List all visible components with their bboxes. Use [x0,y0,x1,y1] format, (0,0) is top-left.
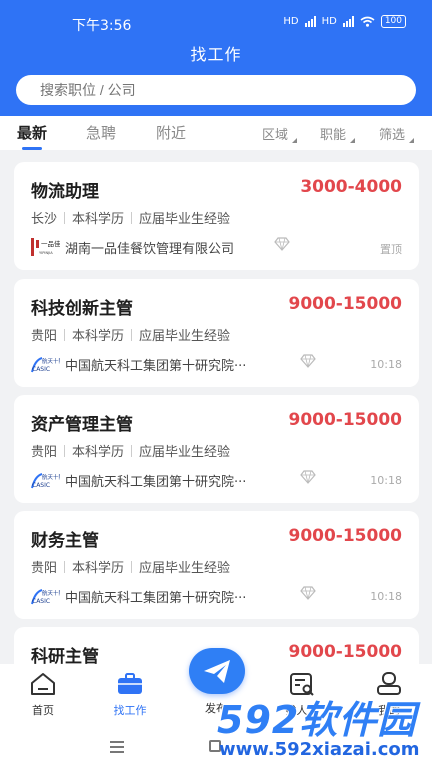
job-education: 本科学历 [72,561,125,576]
watermark-url: www.592xiazai.com [219,739,420,760]
company-name: 中国航天科工集团第十研究院··· [65,359,247,374]
job-salary: 9000-15000 [288,294,402,314]
job-salary: 3000-4000 [300,177,402,197]
company-name: 中国航天科工集团第十研究院··· [65,591,247,606]
battery-icon: 100 [380,15,406,28]
diamond-icon [300,470,316,484]
company-logo-sub: YIPINJIA [39,251,53,255]
filter-area-dropdown[interactable]: 区域 [262,124,298,143]
tab-nearby[interactable]: 附近 [156,122,186,143]
page-title: 找工作 [190,45,242,64]
wifi-icon [360,16,375,27]
svg-text:CASIC: CASIC [32,482,50,489]
header: 下午3:56 HD HD 100 找工作 [0,0,432,116]
status-bar: 下午3:56 HD HD 100 [0,0,432,46]
job-city: 贵阳 [31,561,58,576]
job-salary: 9000-15000 [288,642,402,662]
job-experience: 应届毕业生经验 [139,329,231,344]
status-time: 下午3:56 [72,18,132,34]
company-logo: 一品佳 YIPINJIA [31,238,60,256]
tab-jobs-label: 找工作 [113,704,147,717]
hd-label: HD [283,16,299,27]
company-logo: CASIC 航天十院 [31,589,60,605]
home-icon [31,673,55,695]
job-city: 贵阳 [31,329,58,344]
paper-plane-icon [204,660,230,683]
filter-function-dropdown[interactable]: 职能 [320,124,356,143]
company-logo: CASIC 航天十院 [31,357,60,373]
filter-more-label: 筛选 [379,128,406,143]
diamond-icon [300,586,316,600]
pinned-badge: 置顶 [380,243,402,256]
watermark-brand: 592软件园 [217,698,417,742]
company-logo-text: 一品佳 [41,239,60,248]
job-city: 贵阳 [31,445,58,460]
job-card[interactable]: 物流助理 3000-4000 长沙 本科学历 应届毕业生经验 一品佳 YIPIN… [14,162,419,270]
job-education: 本科学历 [72,212,125,227]
filter-area-label: 区域 [262,128,289,143]
tab-indicator [22,147,42,150]
job-experience: 应届毕业生经验 [139,212,231,227]
diamond-icon [300,354,316,368]
status-icons: HD HD 100 [283,15,406,28]
job-tags: 贵阳 本科学历 应届毕业生经验 [31,325,230,344]
job-experience: 应届毕业生经验 [139,561,231,576]
tab-jobs[interactable]: 找工作 [90,672,170,718]
watermark: 592软件园 www.592xiazai.com [213,689,432,768]
company-name: 湖南一品佳餐饮管理有限公司 [65,242,235,257]
caret-icon [292,138,298,143]
job-tags: 贵阳 本科学历 应届毕业生经验 [31,557,230,576]
job-card[interactable]: 科技创新主管 9000-15000 贵阳 本科学历 应届毕业生经验 CASIC … [14,279,419,387]
signal-icon-2 [342,16,354,27]
company-logo-text: 航天十院 [42,357,60,365]
search-input[interactable] [16,75,416,105]
job-city: 长沙 [31,212,58,227]
job-salary: 9000-15000 [288,526,402,546]
hd-label-2: HD [321,16,337,27]
publish-fab[interactable] [189,648,245,694]
job-title: 财务主管 [31,531,99,551]
company-name: 中国航天科工集团第十研究院··· [65,475,247,490]
post-time: 10:18 [370,358,402,371]
job-tags: 长沙 本科学历 应届毕业生经验 [31,208,230,227]
caret-icon [409,138,415,143]
filter-function-label: 职能 [320,128,347,143]
job-title: 科技创新主管 [31,299,133,319]
job-salary: 9000-15000 [288,410,402,430]
job-title: 物流助理 [31,182,99,202]
company-logo: CASIC 航天十院 [31,473,60,489]
job-education: 本科学历 [72,445,125,460]
company-logo-text: 航天十院 [42,589,60,597]
post-time: 10:18 [370,474,402,487]
tab-latest[interactable]: 最新 [17,122,47,143]
tab-urgent[interactable]: 急聘 [86,122,116,143]
svg-text:CASIC: CASIC [32,366,50,373]
job-card[interactable]: 财务主管 9000-15000 贵阳 本科学历 应届毕业生经验 CASIC 航天… [14,511,419,619]
company-logo-text: 航天十院 [42,473,60,481]
svg-text:CASIC: CASIC [32,598,50,605]
tab-home[interactable]: 首页 [3,672,83,718]
job-experience: 应届毕业生经验 [139,445,231,460]
signal-icon [304,16,316,27]
post-time: 10:18 [370,590,402,603]
menu-icon[interactable] [110,741,124,756]
job-education: 本科学历 [72,329,125,344]
briefcase-icon [118,673,142,694]
caret-icon [350,138,356,143]
job-title: 资产管理主管 [31,415,133,435]
job-card[interactable]: 资产管理主管 9000-15000 贵阳 本科学历 应届毕业生经验 CASIC … [14,395,419,503]
filter-more-dropdown[interactable]: 筛选 [379,124,415,143]
job-tags: 贵阳 本科学历 应届毕业生经验 [31,441,230,460]
filter-bar: 最新 急聘 附近 区域 职能 筛选 [0,116,432,150]
tab-home-label: 首页 [32,704,54,717]
diamond-icon [274,237,290,251]
